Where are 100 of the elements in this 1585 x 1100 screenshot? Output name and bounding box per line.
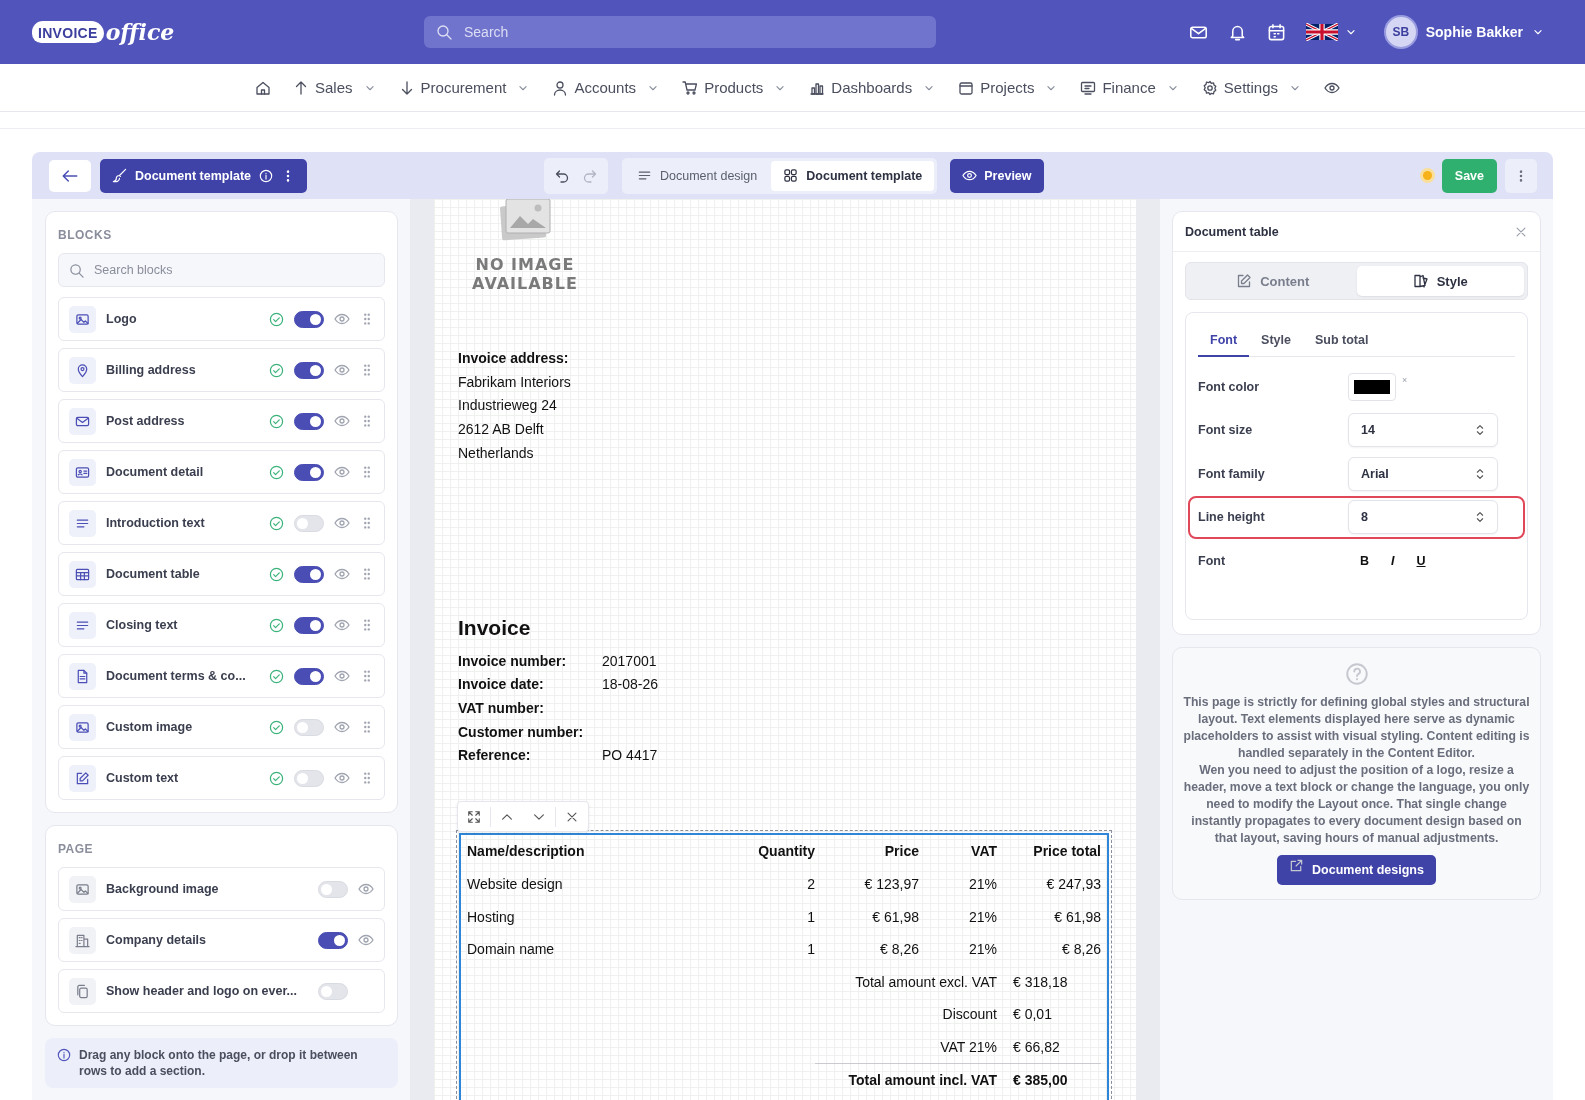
copy-icon <box>75 983 90 999</box>
table-cell-text: Domain name <box>467 940 556 960</box>
detail-value: 18-08-26 <box>602 676 659 693</box>
edit-icon <box>1236 273 1253 289</box>
settings-icon <box>1201 79 1218 96</box>
check-circle-icon <box>269 668 284 684</box>
document-icon <box>75 668 90 684</box>
help-icon <box>1344 661 1369 686</box>
nav-menu-item[interactable]: Sales <box>293 79 377 96</box>
block-item[interactable]: Document terms & co... <box>58 654 385 698</box>
block-item[interactable]: Custom image <box>58 705 385 749</box>
panel-tab[interactable]: Content <box>1189 266 1357 296</box>
color-picker[interactable] <box>1348 372 1396 401</box>
detail-label: Invoice date: <box>458 675 545 695</box>
nav-menu-item[interactable]: Products <box>682 79 788 96</box>
panel-tab[interactable]: Style <box>1356 266 1524 296</box>
redo-icon <box>582 167 598 184</box>
block-item[interactable]: Billing address <box>58 348 385 392</box>
logo[interactable]: INVOICE office <box>32 19 424 45</box>
id-card-icon <box>75 464 90 480</box>
address-line: Netherlands <box>458 443 535 463</box>
document-table[interactable] <box>459 833 1109 1100</box>
block-item[interactable]: Custom text <box>58 756 385 800</box>
eye-icon <box>334 515 350 531</box>
view-tab[interactable]: Document template <box>771 160 935 191</box>
page-setting-item[interactable]: Show header and logo on ever... <box>58 969 385 1013</box>
address-line: Industrieweg 24 <box>458 396 558 416</box>
user-menu[interactable]: SB Sophie Bakker <box>1383 15 1545 49</box>
arrow-up-icon <box>293 79 309 96</box>
block-item[interactable]: Document table <box>58 552 385 596</box>
block-label: Closing text <box>106 618 179 632</box>
total-value: € 385,00 <box>997 1063 1101 1096</box>
user-name: Sophie Bakker <box>1425 24 1523 40</box>
document-template-button[interactable]: Document template <box>100 158 307 193</box>
document-designs-button[interactable]: Document designs <box>1277 854 1436 885</box>
info-icon <box>57 1048 71 1062</box>
view-tab[interactable]: Document design <box>625 160 770 191</box>
eye-icon <box>334 668 350 684</box>
table-cell-text: Website design <box>467 874 564 894</box>
toggle-switch[interactable] <box>294 616 324 634</box>
search-field[interactable]: Search <box>424 16 936 48</box>
nav-menu-item[interactable]: Finance <box>1080 79 1180 96</box>
toggle-switch[interactable] <box>294 667 324 685</box>
image-placeholder-icon <box>497 199 553 241</box>
nav-menu-item[interactable]: Projects <box>958 79 1059 96</box>
panel-title: Document table <box>1185 224 1279 239</box>
nav-menu-item[interactable]: Accounts <box>552 79 661 96</box>
search-input[interactable]: Search <box>462 23 924 41</box>
select-field[interactable]: Arial <box>1348 456 1498 491</box>
detail-label: Customer number: <box>458 722 585 742</box>
toggle-switch[interactable] <box>294 310 324 328</box>
toggle-switch[interactable] <box>294 412 324 430</box>
nav-menu-item[interactable]: Settings <box>1201 79 1302 96</box>
sub-tab[interactable]: Style <box>1249 323 1303 357</box>
block-item[interactable]: Closing text <box>58 603 385 647</box>
back-button[interactable] <box>49 159 91 192</box>
column-header: VAT <box>970 842 997 862</box>
page-setting-item[interactable]: Background image <box>58 867 385 911</box>
block-item[interactable]: Document detail <box>58 450 385 494</box>
undo-button[interactable] <box>554 167 570 184</box>
check-circle-icon <box>269 515 284 531</box>
total-value: € 318,18 <box>1012 972 1069 992</box>
toggle-switch[interactable] <box>318 931 348 949</box>
block-item[interactable]: Logo <box>58 297 385 341</box>
block-label: Custom text <box>106 771 180 785</box>
eye-icon <box>358 881 374 897</box>
text-style-button[interactable]: U <box>1416 553 1426 568</box>
nav-menu-item[interactable]: Dashboards <box>809 79 937 96</box>
block-search-field[interactable]: Search blocks <box>58 253 385 287</box>
table-cell-text: € 8,26 <box>879 940 919 960</box>
nav-menu-item[interactable]: Procurement <box>398 79 531 96</box>
check-circle-icon <box>269 770 284 786</box>
block-search-input[interactable]: Search blocks <box>92 262 374 278</box>
block-label: Document table <box>106 567 201 581</box>
sub-tab[interactable]: Sub total <box>1302 323 1381 357</box>
page-setting-item[interactable]: Company details <box>58 918 385 962</box>
toggle-switch[interactable] <box>294 361 324 379</box>
sub-tab[interactable]: Font <box>1198 323 1250 357</box>
home-button[interactable] <box>255 79 271 96</box>
language-selector[interactable] <box>1305 23 1358 41</box>
expand-icon <box>467 809 481 824</box>
text-style-button[interactable]: I <box>1391 553 1395 568</box>
preview-button[interactable]: Preview <box>950 158 1044 193</box>
section-title: PAGE <box>58 842 95 856</box>
detail-label: Invoice number: <box>458 651 568 671</box>
block-item[interactable]: Introduction text <box>58 501 385 545</box>
select-field[interactable]: 8 <box>1348 500 1498 535</box>
toggle-switch[interactable] <box>294 565 324 583</box>
section-title: BLOCKS <box>58 228 113 242</box>
calendar-button[interactable] <box>1266 22 1286 42</box>
block-item[interactable]: Post address <box>58 399 385 443</box>
check-circle-icon <box>269 362 284 378</box>
table-cell-text: € 247,93 <box>1045 874 1101 894</box>
help-text: This page is strictly for defining global styles and structural layout. Text elements displayed here serve as dynamic placeholders to assist with visual styling. Content editing is handled separately in the Content Editor. <box>1183 693 1530 762</box>
search-icon <box>436 24 452 40</box>
location-pin-icon <box>75 362 90 378</box>
field-label: Line height <box>1198 510 1266 525</box>
text-style-button[interactable]: B <box>1360 553 1370 568</box>
select-field[interactable]: 14 <box>1348 413 1498 448</box>
toggle-switch[interactable] <box>294 463 324 481</box>
